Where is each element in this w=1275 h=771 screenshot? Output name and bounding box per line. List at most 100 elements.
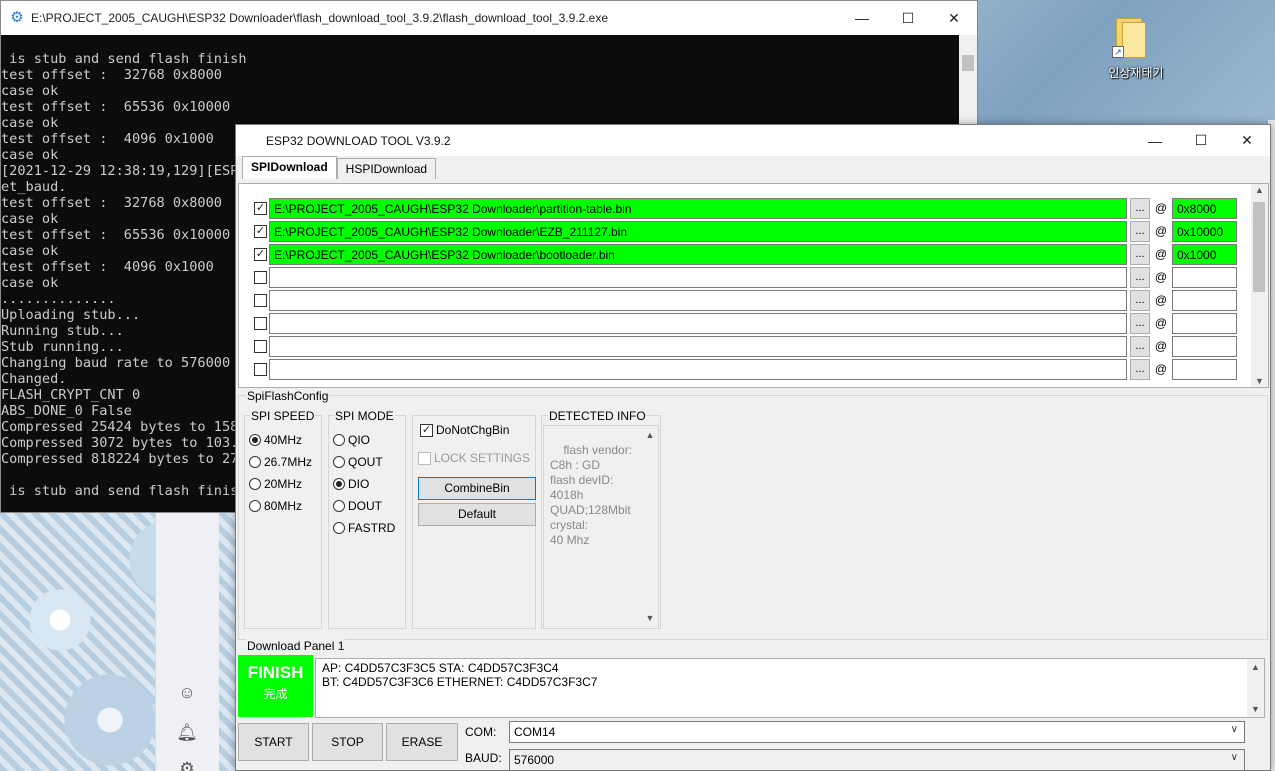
spi-flash-config-label: SpiFlashConfig [246,389,330,403]
com-label: COM: [465,725,497,739]
status-text: FINISH [247,663,304,682]
spi-mode-radio-fastrd[interactable]: FASTRD [333,521,395,535]
scroll-up-icon[interactable]: ▲ [1247,660,1264,674]
file-row-checkbox[interactable] [254,271,267,284]
at-label: @ [1154,339,1168,353]
console-line: test offset : 32768 0x8000 [1,67,222,83]
file-row: ... @ [239,290,1249,313]
download-panel-label: Download Panel 1 [246,639,346,653]
scroll-down-icon[interactable]: ▼ [1251,376,1268,386]
browse-button[interactable]: ... [1130,313,1150,334]
file-path-input[interactable] [269,359,1127,380]
default-button[interactable]: Default [418,503,536,526]
file-row-checkbox[interactable] [254,294,267,307]
radio-icon [249,500,261,512]
file-row: ... @ [239,336,1249,359]
offset-input[interactable]: 0x10000 [1172,221,1237,242]
device-info-box[interactable]: AP: C4DD57C3F3C5 STA: C4DD57C3F3C4 BT: C… [315,658,1265,718]
console-titlebar[interactable]: ⚙ E:\PROJECT_2005_CAUGH\ESP32 Downloader… [1,1,977,35]
close-button[interactable]: ✕ [1224,125,1270,156]
file-path-input[interactable] [269,313,1127,334]
file-row-checkbox[interactable]: ✓ [254,225,267,238]
file-list-scrollbar[interactable]: ▲ ▼ [1251,184,1268,387]
file-row-checkbox[interactable]: ✓ [254,202,267,215]
do-not-chg-bin-checkbox[interactable]: ✓ DoNotChgBin [420,423,509,437]
file-path-input[interactable]: E:\PROJECT_2005_CAUGH\ESP32 Downloader\b… [269,244,1127,265]
desktop-shortcut-folder-icon[interactable]: ↗ [1112,16,1150,58]
spi-mode-radio-dout[interactable]: DOUT [333,499,382,513]
scroll-up-icon[interactable]: ▲ [643,428,657,443]
file-list: ▲ ▼ ✓ E:\PROJECT_2005_CAUGH\ESP32 Downloa… [238,183,1269,388]
close-button[interactable]: ✕ [931,1,977,35]
at-label: @ [1154,362,1168,376]
offset-input[interactable]: 0x8000 [1172,198,1237,219]
detected-info-label: DETECTED INFO [548,409,647,423]
browse-button[interactable]: ... [1130,244,1150,265]
scroll-up-icon[interactable]: ▲ [1251,185,1268,195]
console-title: E:\PROJECT_2005_CAUGH\ESP32 Downloader\f… [31,11,609,25]
file-path-input[interactable] [269,290,1127,311]
at-label: @ [1154,247,1168,261]
com-select[interactable]: COM14 ∨ [509,721,1245,743]
tool-titlebar[interactable]: ESP32 DOWNLOAD TOOL V3.9.2 — ☐ ✕ [236,125,1270,156]
file-row-checkbox[interactable]: ✓ [254,248,267,261]
file-row: ✓ E:\PROJECT_2005_CAUGH\ESP32 Downloader\… [239,198,1249,221]
tab-bar: SPIDownload HSPIDownload [242,156,437,180]
file-path-input[interactable] [269,267,1127,288]
combine-bin-button[interactable]: CombineBin [418,477,536,500]
spi-mode-radio-qout[interactable]: QOUT [333,455,383,469]
scroll-down-icon[interactable]: ▼ [643,611,657,626]
maximize-button[interactable]: ☐ [1178,125,1224,156]
file-path-input[interactable] [269,336,1127,357]
file-path-input[interactable]: E:\PROJECT_2005_CAUGH\ESP32 Downloader\p… [269,198,1127,219]
at-label: @ [1154,201,1168,215]
spi-mode-radio-dio[interactable]: DIO [333,477,369,491]
bell-icon[interactable]: 🔔︎ [176,722,198,744]
status-subtext: 完成 [263,687,288,701]
settings-icon[interactable]: ⚙ [176,758,198,771]
offset-input[interactable] [1172,359,1237,380]
radio-icon [249,478,261,490]
browse-button[interactable]: ... [1130,267,1150,288]
browse-button[interactable]: ... [1130,336,1150,357]
spi-speed-radio-20mhz[interactable]: 20MHz [249,477,302,491]
emoji-icon[interactable]: ☺ [176,682,198,704]
minimize-button[interactable]: — [839,1,885,35]
file-row-checkbox[interactable] [254,317,267,330]
file-row-checkbox[interactable] [254,363,267,376]
file-path-input[interactable]: E:\PROJECT_2005_CAUGH\ESP32 Downloader\E… [269,221,1127,242]
spi-speed-radio-80mhz[interactable]: 80MHz [249,499,302,513]
file-row-checkbox[interactable] [254,340,267,353]
maximize-button[interactable]: ☐ [885,1,931,35]
stop-button[interactable]: STOP [312,723,383,761]
detected-info-scrollbar[interactable]: ▲ ▼ [643,427,657,627]
browse-button[interactable]: ... [1130,359,1150,380]
spi-mode-radio-qio[interactable]: QIO [333,433,370,447]
baud-select[interactable]: 576000 ∨ [509,749,1245,771]
spi-speed-radio-40mhz[interactable]: 40MHz [249,433,302,447]
radio-icon [333,434,345,446]
spi-speed-group [244,415,322,629]
offset-input[interactable] [1172,313,1237,334]
start-button[interactable]: START [238,723,309,761]
tab-spidownload[interactable]: SPIDownload [242,156,337,179]
scroll-down-icon[interactable]: ▼ [1247,702,1264,716]
tab-hspidownload[interactable]: HSPIDownload [336,158,437,179]
offset-input[interactable] [1172,290,1237,311]
device-info-line-1: AP: C4DD57C3F3C5 STA: C4DD57C3F3C4 [322,661,559,675]
at-label: @ [1154,270,1168,284]
offset-input[interactable] [1172,336,1237,357]
device-info-scrollbar[interactable]: ▲ ▼ [1247,659,1264,717]
browse-button[interactable]: ... [1130,221,1150,242]
chevron-down-icon: ∨ [1230,752,1238,763]
radio-icon [249,456,261,468]
minimize-button[interactable]: — [1132,125,1178,156]
browse-button[interactable]: ... [1130,290,1150,311]
spi-speed-radio-26-7mhz[interactable]: 26.7MHz [249,455,312,469]
offset-input[interactable]: 0x1000 [1172,244,1237,265]
browse-button[interactable]: ... [1130,198,1150,219]
erase-button[interactable]: ERASE [386,723,458,761]
lock-settings-checkbox[interactable]: LOCK SETTINGS [418,451,530,465]
download-tool-window[interactable]: ESP32 DOWNLOAD TOOL V3.9.2 — ☐ ✕ SPIDown… [235,124,1271,771]
offset-input[interactable] [1172,267,1237,288]
